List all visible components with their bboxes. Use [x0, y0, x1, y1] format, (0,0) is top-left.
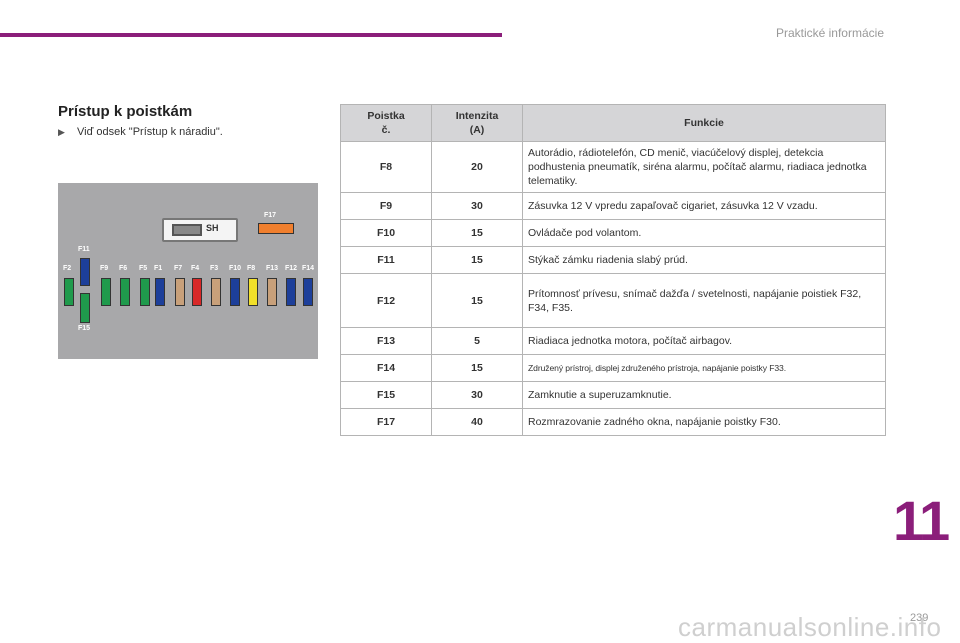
function-cell: Rozmrazovanie zadného okna, napájanie po… — [522, 408, 886, 436]
fuse-f14 — [303, 278, 313, 306]
fuse-f15 — [80, 293, 90, 323]
fuse-f7 — [175, 278, 185, 306]
amperage-cell: 15 — [431, 219, 523, 247]
fuse-f1 — [155, 278, 165, 306]
table-row: F10 15 Ovládače pod volantom. — [340, 219, 886, 247]
label-f11: F11 — [78, 246, 90, 253]
table-header-row: Poistka č. Intenzita (A) Funkcie — [340, 104, 886, 142]
table-row: F9 30 Zásuvka 12 V vpredu zapaľovač cigari… — [340, 192, 886, 220]
fuse-cell: F10 — [340, 219, 432, 247]
function-cell: Združený prístroj, displej združeného pr… — [522, 354, 886, 382]
header-function: Funkcie — [522, 104, 886, 142]
sh-relay-slot — [172, 224, 202, 236]
table-row: F15 30 Zamknutie a superuzamknutie. — [340, 381, 886, 409]
function-cell: Prítomnosť prívesu, snímač dažďa / svete… — [522, 273, 886, 328]
label-f12: F12 — [285, 265, 298, 272]
fuse-f13 — [267, 278, 277, 306]
label-f13: F13 — [266, 265, 279, 272]
label-f17: F17 — [264, 212, 277, 219]
fuse-f5 — [140, 278, 150, 306]
label-f7: F7 — [174, 265, 183, 272]
sh-label: SH — [206, 223, 219, 233]
fuse-box-diagram: SH F17 F11 F15 F2 F9 F6 F5 F1 F7 F4 F3 F10 F8 F13 F… — [58, 183, 318, 359]
label-f4: F4 — [191, 265, 200, 272]
label-f2: F2 — [63, 265, 72, 272]
fuse-f3 — [211, 278, 221, 306]
table-row: F8 20 Autorádio, rádiotelefón, CD menič, v… — [340, 141, 886, 193]
function-cell: Ovládače pod volantom. — [522, 219, 886, 247]
fuse-f9 — [101, 278, 111, 306]
table-row: F12 15 Prítomnosť prívesu, snímač dažďa / … — [340, 273, 886, 328]
table-row: F11 15 Stýkač zámku riadenia slabý prúd. — [340, 246, 886, 274]
fuse-cell: F13 — [340, 327, 432, 355]
fuse-f17 — [258, 223, 294, 234]
amperage-cell: 30 — [431, 381, 523, 409]
header-title: Praktické informácie — [775, 26, 884, 40]
function-cell: Stýkač zámku riadenia slabý prúd. — [522, 246, 886, 274]
fuse-f11 — [80, 258, 90, 286]
watermark: carmanualsonline.info — [678, 612, 942, 642]
function-cell: Riadiaca jednotka motora, počítač airbag… — [522, 327, 886, 355]
label-f15: F15 — [78, 325, 91, 332]
label-f10: F10 — [229, 265, 242, 272]
arrow-right-icon: ▶ — [58, 127, 65, 137]
fuse-f6 — [120, 278, 130, 306]
bullet-text: Viď odsek "Prístup k náradiu". — [77, 126, 223, 138]
table-row: F13 5 Riadiaca jednotka motora, počítač ai… — [340, 327, 886, 355]
amperage-cell: 15 — [431, 354, 523, 382]
header-amperage: Intenzita (A) — [431, 104, 523, 142]
table-row: F17 40 Rozmrazovanie zadného okna, napájan… — [340, 408, 886, 436]
fuse-cell: F14 — [340, 354, 432, 382]
fuse-cell: F8 — [340, 141, 432, 193]
sh-relay: SH — [162, 218, 238, 242]
fuse-f12 — [286, 278, 296, 306]
label-f1: F1 — [154, 265, 163, 272]
fuse-cell: F17 — [340, 408, 432, 436]
fuse-cell: F15 — [340, 381, 432, 409]
amperage-cell: 5 — [431, 327, 523, 355]
chapter-number: 11 — [893, 489, 950, 552]
fuse-f10 — [230, 278, 240, 306]
label-f3: F3 — [210, 265, 219, 272]
function-cell: Zamknutie a superuzamknutie. — [522, 381, 886, 409]
table-row: F14 15 Združený prístroj, displej združené… — [340, 354, 886, 382]
fuse-cell: F12 — [340, 273, 432, 328]
label-f8: F8 — [247, 265, 256, 272]
amperage-cell: 40 — [431, 408, 523, 436]
amperage-cell: 15 — [431, 246, 523, 274]
chapter-color-bar — [0, 33, 502, 37]
fuse-f8 — [248, 278, 258, 306]
amperage-cell: 20 — [431, 141, 523, 193]
label-f9: F9 — [100, 265, 109, 272]
function-cell: Zásuvka 12 V vpredu zapaľovač cigariet, … — [522, 192, 886, 220]
fuse-table: Poistka č. Intenzita (A) Funkcie F8 20 Aut… — [340, 104, 886, 436]
fuse-cell: F9 — [340, 192, 432, 220]
amperage-cell: 15 — [431, 273, 523, 328]
fuse-f2 — [64, 278, 74, 306]
label-f5: F5 — [139, 265, 148, 272]
header-fuse: Poistka č. — [340, 104, 432, 142]
fuse-cell: F11 — [340, 246, 432, 274]
fuse-f4 — [192, 278, 202, 306]
bullet-item: ▶ Viď odsek "Prístup k náradiu". — [58, 126, 223, 138]
function-cell: Autorádio, rádiotelefón, CD menič, viacú… — [522, 141, 886, 193]
label-f14: F14 — [302, 265, 315, 272]
section-title: Prístup k poistkám — [58, 103, 193, 120]
amperage-cell: 30 — [431, 192, 523, 220]
label-f6: F6 — [119, 265, 128, 272]
